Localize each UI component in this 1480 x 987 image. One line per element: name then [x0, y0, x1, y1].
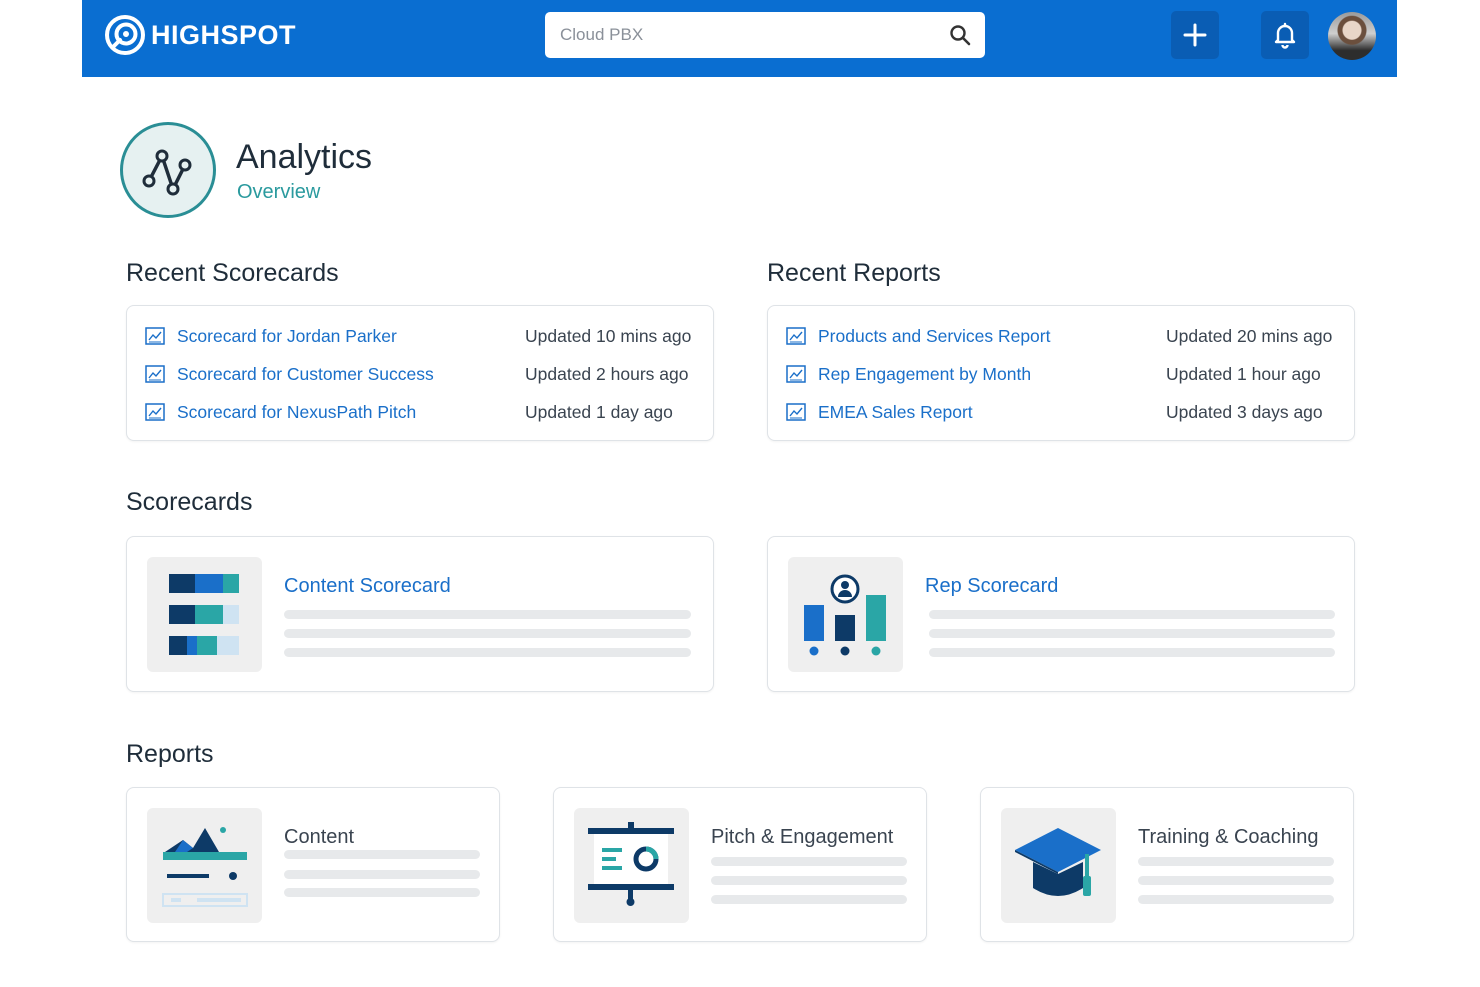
content-scorecard-title[interactable]: Content Scorecard [284, 575, 451, 598]
rep-scorecard-card[interactable]: Rep Scorecard [767, 536, 1355, 692]
list-item[interactable]: Scorecard for NexusPath Pitch Updated 1 … [145, 397, 695, 427]
search-icon[interactable] [949, 24, 971, 46]
scorecard-link[interactable]: Scorecard for Jordan Parker [177, 326, 525, 347]
placeholder-line [1138, 876, 1334, 885]
top-navigation-bar: HIGHSPOT [82, 0, 1397, 77]
recent-reports-heading: Recent Reports [767, 259, 941, 287]
report-link[interactable]: EMEA Sales Report [818, 402, 1166, 423]
report-chart-icon [145, 365, 165, 383]
content-scorecard-illustration-icon [147, 557, 262, 672]
search-input[interactable] [545, 12, 925, 58]
placeholder-line [284, 888, 480, 897]
list-item[interactable]: Products and Services Report Updated 20 … [786, 321, 1336, 351]
notifications-button[interactable] [1261, 11, 1309, 59]
reports-heading: Reports [126, 740, 214, 768]
placeholder-line [929, 629, 1335, 638]
list-item[interactable]: EMEA Sales Report Updated 3 days ago [786, 397, 1336, 427]
pitch-engagement-report-card[interactable]: Pitch & Engagement [553, 787, 927, 942]
training-coaching-report-title[interactable]: Training & Coaching [1138, 826, 1318, 849]
content-report-illustration-icon [147, 808, 262, 923]
placeholder-line [1138, 895, 1334, 904]
list-item[interactable]: Scorecard for Jordan Parker Updated 10 m… [145, 321, 695, 351]
updated-time: Updated 3 days ago [1166, 401, 1323, 422]
recent-scorecards-card: Scorecard for Jordan Parker Updated 10 m… [126, 305, 714, 441]
placeholder-line [711, 876, 907, 885]
updated-time: Updated 20 mins ago [1166, 325, 1333, 346]
scorecard-link[interactable]: Scorecard for Customer Success [177, 364, 525, 385]
brand-logo[interactable]: HIGHSPOT [104, 14, 296, 56]
search-box[interactable] [545, 12, 985, 58]
recent-reports-card: Products and Services Report Updated 20 … [767, 305, 1355, 441]
analytics-chart-icon [120, 122, 216, 218]
pitch-engagement-report-title[interactable]: Pitch & Engagement [711, 826, 893, 849]
rep-scorecard-illustration-icon [788, 557, 903, 672]
presentation-board-icon [574, 808, 689, 923]
content-report-title[interactable]: Content [284, 826, 354, 849]
placeholder-line [711, 857, 907, 866]
report-chart-icon [145, 403, 165, 421]
scorecards-heading: Scorecards [126, 488, 253, 516]
list-item[interactable]: Rep Engagement by Month Updated 1 hour a… [786, 359, 1336, 389]
report-chart-icon [786, 327, 806, 345]
training-coaching-report-card[interactable]: Training & Coaching [980, 787, 1354, 942]
updated-time: Updated 1 day ago [525, 401, 673, 422]
recent-scorecards-heading: Recent Scorecards [126, 259, 339, 287]
placeholder-line [711, 895, 907, 904]
plus-icon [1183, 23, 1207, 47]
placeholder-line [284, 850, 480, 859]
placeholder-line [284, 629, 691, 638]
report-link[interactable]: Products and Services Report [818, 326, 1166, 347]
placeholder-line [284, 648, 691, 657]
add-button[interactable] [1171, 11, 1219, 59]
brand-name: HIGHSPOT [151, 19, 297, 50]
placeholder-line [1138, 857, 1334, 866]
updated-time: Updated 2 hours ago [525, 363, 689, 384]
user-avatar[interactable] [1328, 12, 1376, 60]
placeholder-line [284, 870, 480, 879]
report-link[interactable]: Rep Engagement by Month [818, 364, 1166, 385]
report-chart-icon [145, 327, 165, 345]
highspot-logo-icon [105, 15, 145, 55]
placeholder-line [929, 610, 1335, 619]
page-title: Analytics [236, 138, 373, 176]
placeholder-line [284, 610, 691, 619]
updated-time: Updated 10 mins ago [525, 325, 692, 346]
list-item[interactable]: Scorecard for Customer Success Updated 2… [145, 359, 695, 389]
rep-scorecard-title[interactable]: Rep Scorecard [925, 575, 1058, 598]
report-chart-icon [786, 365, 806, 383]
scorecard-link[interactable]: Scorecard for NexusPath Pitch [177, 402, 525, 423]
content-scorecard-card[interactable]: Content Scorecard [126, 536, 714, 692]
updated-time: Updated 1 hour ago [1166, 363, 1321, 384]
content-report-card[interactable]: Content [126, 787, 500, 942]
report-chart-icon [786, 403, 806, 421]
page-subtitle[interactable]: Overview [237, 181, 320, 204]
bell-icon [1274, 22, 1296, 49]
graduation-cap-icon [1001, 808, 1116, 923]
placeholder-line [929, 648, 1335, 657]
